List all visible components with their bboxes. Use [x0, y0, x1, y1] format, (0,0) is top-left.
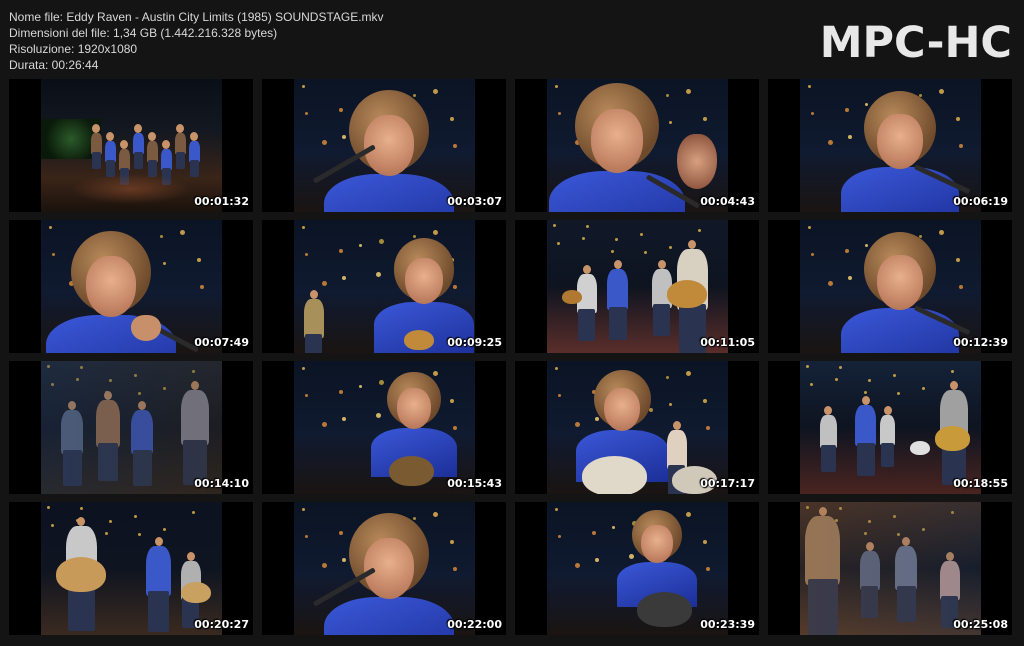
thumbnail-frame-image: [547, 502, 728, 635]
video-thumbnail: 00:20:27: [9, 502, 253, 635]
thumbnail-frame-image: [547, 79, 728, 212]
video-thumbnail: 00:17:17: [515, 361, 759, 494]
timestamp-label: 00:17:17: [700, 477, 755, 490]
timestamp-label: 00:25:08: [953, 618, 1008, 631]
thumbnail-frame-image: [294, 361, 475, 494]
thumbnail-grid: 00:01:32 00:03:07 00:04:43 00:06:19 00:07:49…: [9, 79, 1015, 642]
timestamp-label: 00:12:39: [953, 336, 1008, 349]
timestamp-label: 00:04:43: [700, 195, 755, 208]
timestamp-label: 00:18:55: [953, 477, 1008, 490]
file-name-line: Nome file: Eddy Raven - Austin City Limi…: [9, 10, 384, 24]
timestamp-label: 00:01:32: [194, 195, 249, 208]
timestamp-label: 00:15:43: [447, 477, 502, 490]
file-size-line: Dimensioni del file: 1,34 GB (1.442.216.…: [9, 26, 278, 40]
video-thumbnail: 00:25:08: [768, 502, 1012, 635]
video-thumbnail: 00:04:43: [515, 79, 759, 212]
thumbnail-frame-image: [41, 79, 222, 212]
timestamp-label: 00:22:00: [447, 618, 502, 631]
video-thumbnail: 00:18:55: [768, 361, 1012, 494]
timestamp-label: 00:20:27: [194, 618, 249, 631]
timestamp-label: 00:09:25: [447, 336, 502, 349]
thumbnail-frame-image: [41, 220, 222, 353]
video-thumbnail: 00:06:19: [768, 79, 1012, 212]
resolution-line: Risoluzione: 1920x1080: [9, 42, 138, 56]
video-thumbnail: 00:11:05: [515, 220, 759, 353]
duration-line: Durata: 00:26:44: [9, 58, 99, 72]
timestamp-label: 00:14:10: [194, 477, 249, 490]
video-thumbnail: 00:03:07: [262, 79, 506, 212]
timestamp-label: 00:23:39: [700, 618, 755, 631]
thumbnail-frame-image: [800, 361, 981, 494]
thumbnail-frame-image: [41, 361, 222, 494]
timestamp-label: 00:07:49: [194, 336, 249, 349]
file-info-panel: Nome file: Eddy Raven - Austin City Limi…: [9, 9, 384, 73]
timestamp-label: 00:03:07: [447, 195, 502, 208]
thumbnail-frame-image: [547, 220, 728, 353]
thumbnail-frame-image: [800, 220, 981, 353]
thumbnail-frame-image: [294, 220, 475, 353]
thumbnail-frame-image: [547, 361, 728, 494]
video-thumbnail: 00:09:25: [262, 220, 506, 353]
thumbnail-frame-image: [800, 502, 981, 635]
mpc-hc-logo: MPC-HC: [819, 18, 1012, 68]
thumbnail-frame-image: [294, 79, 475, 212]
video-thumbnail: 00:14:10: [9, 361, 253, 494]
timestamp-label: 00:11:05: [700, 336, 755, 349]
video-thumbnail: 00:07:49: [9, 220, 253, 353]
video-thumbnail: 00:01:32: [9, 79, 253, 212]
thumbnail-frame-image: [800, 79, 981, 212]
video-thumbnail: 00:23:39: [515, 502, 759, 635]
thumbnail-frame-image: [294, 502, 475, 635]
thumbnail-frame-image: [41, 502, 222, 635]
video-thumbnail: 00:12:39: [768, 220, 1012, 353]
video-thumbnail: 00:22:00: [262, 502, 506, 635]
timestamp-label: 00:06:19: [953, 195, 1008, 208]
video-thumbnail: 00:15:43: [262, 361, 506, 494]
